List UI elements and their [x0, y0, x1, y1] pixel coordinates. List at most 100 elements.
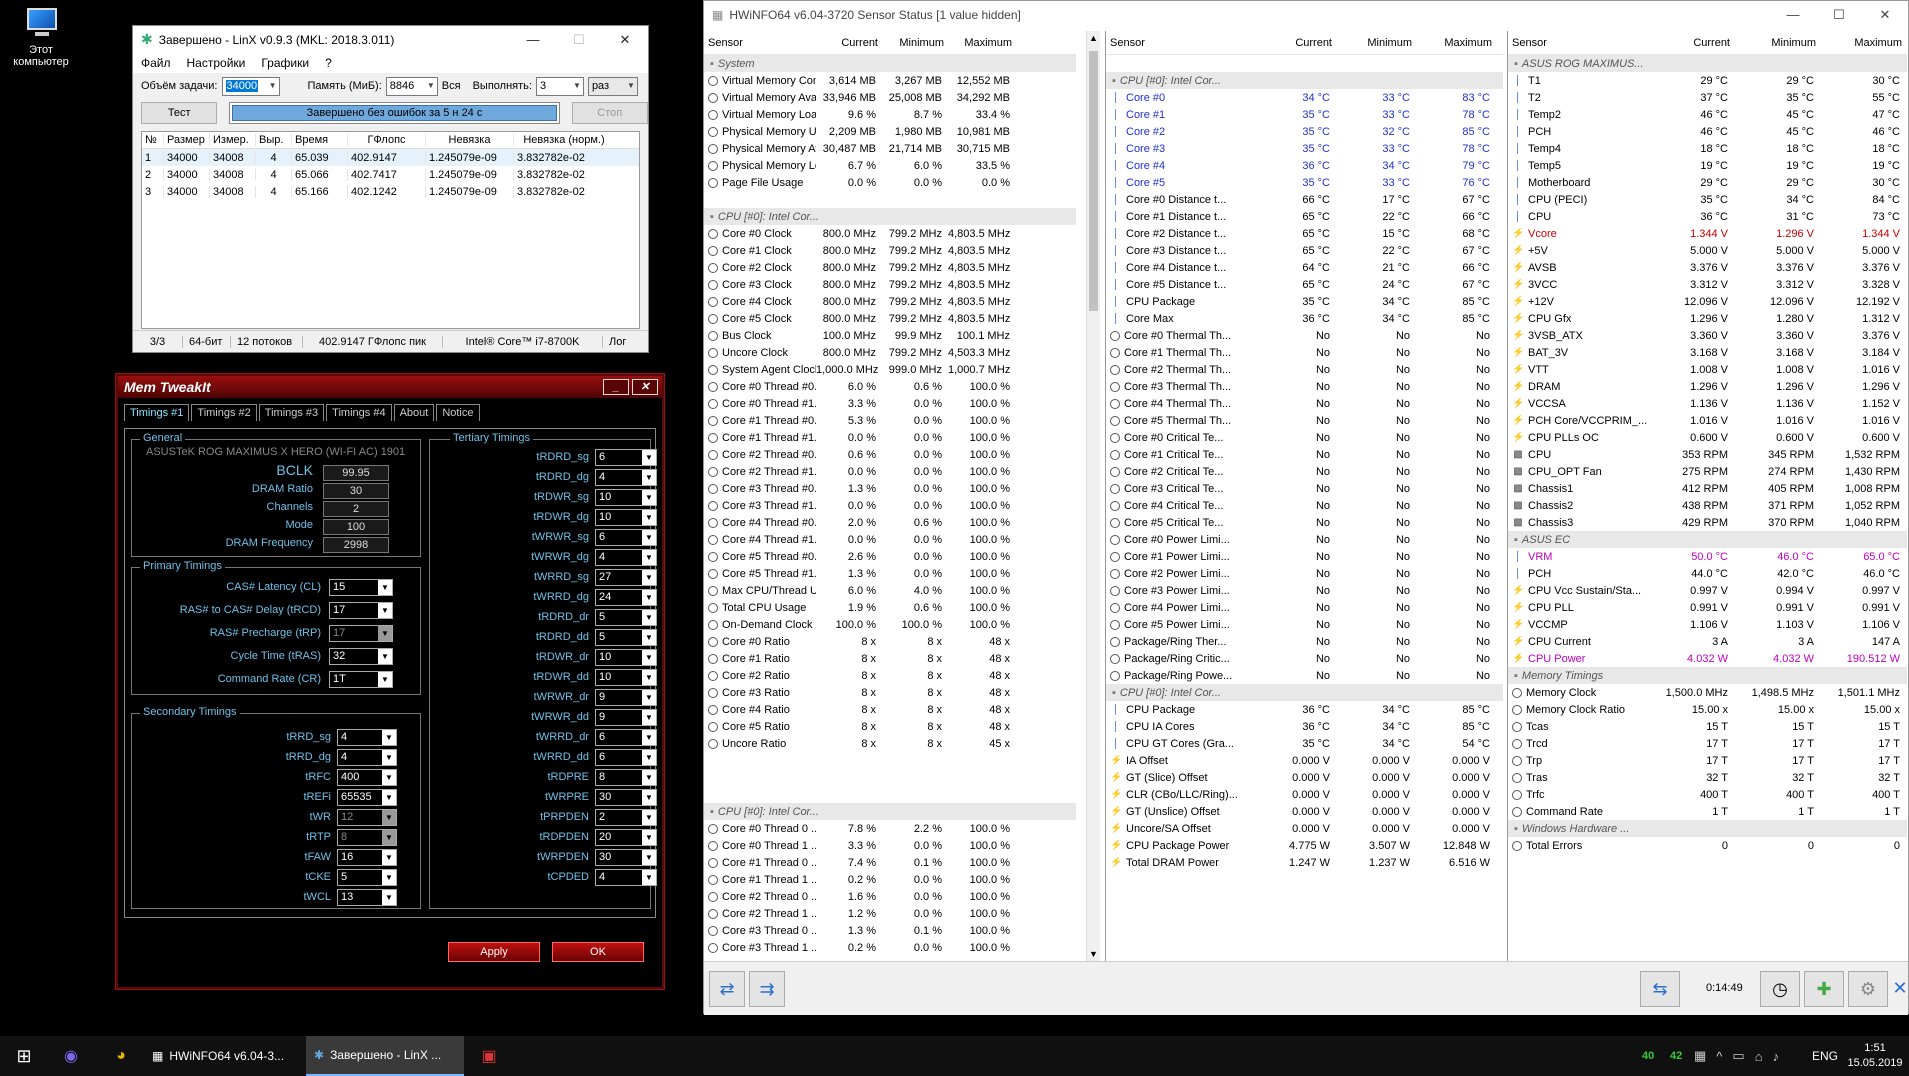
timing-select[interactable]: 6 ▼	[595, 729, 657, 746]
sensor-row[interactable]: Core #0 Thermal Th... No No No	[1106, 327, 1503, 344]
sensor-group-header[interactable]: ▪ System	[704, 55, 1076, 72]
col-residual-norm[interactable]: Невязка (норм.)	[514, 134, 614, 146]
timing-select[interactable]: 4 ▼	[595, 469, 657, 486]
timing-select[interactable]: 1T ▼	[329, 671, 393, 688]
sensor-row[interactable]: Physical Memory Av... 30,487 MB 21,714 MB 3…	[704, 140, 1076, 157]
timing-select[interactable]: 27 ▼	[595, 569, 657, 586]
sensor-row[interactable]: Total CPU Usage 1.9 % 0.6 % 100.0 %	[704, 599, 1076, 616]
minimize-button[interactable]: —	[510, 32, 556, 47]
sensor-row[interactable]: Core #1 Thread 0 ... 7.4 % 0.1 % 100.0 %	[704, 854, 1076, 871]
sensor-row[interactable]: Uncore Ratio 8 x 8 x 45 x	[704, 735, 1076, 752]
timing-select[interactable]: 10 ▼	[595, 669, 657, 686]
tab-notice[interactable]: Notice	[436, 404, 480, 421]
maximize-button[interactable]: ☐	[1816, 7, 1862, 23]
sensor-row[interactable]: Core #1 Clock 800.0 MHz 799.2 MHz 4,803.5 M…	[704, 242, 1076, 259]
tray-monitor-icon[interactable]: ▭	[1732, 1048, 1744, 1064]
column-header-maximum[interactable]: Maximum	[1416, 37, 1496, 49]
sensor-row[interactable]: │ T2 37 °C 35 °C 55 °C	[1508, 89, 1907, 106]
sensor-row[interactable]: │ CPU 36 °C 31 °C 73 °C	[1508, 208, 1907, 225]
sensor-row[interactable]: Core #5 Thread #1... 1.3 % 0.0 % 100.0 %	[704, 565, 1076, 582]
sensor-row[interactable]: │ CPU (PECI) 35 °C 34 °C 84 °C	[1508, 191, 1907, 208]
gear-icon[interactable]: ⚙	[1848, 971, 1888, 1007]
sensor-row[interactable]: Core #0 Clock 800.0 MHz 799.2 MHz 4,803.5 M…	[704, 225, 1076, 242]
sensor-row[interactable]: ⚡ AVSB 3.376 V 3.376 V 3.376 V	[1508, 259, 1907, 276]
sensor-row[interactable]: Memory Clock 1,500.0 MHz 1,498.5 MHz 1,501.…	[1508, 684, 1907, 701]
sensor-row[interactable]: │ Core #4 Distance t... 64 °C 21 °C 66 °C	[1106, 259, 1503, 276]
sensor-row[interactable]: Core #3 Thread #0... 1.3 % 0.0 % 100.0 %	[704, 480, 1076, 497]
sensor-row[interactable]: On-Demand Clock ... 100.0 % 100.0 % 100.0 %	[704, 616, 1076, 633]
timing-select[interactable]: 400 ▼	[337, 769, 397, 786]
col-size[interactable]: Размер	[164, 134, 210, 146]
sensor-row[interactable]: Package/Ring Critic... No No No	[1106, 650, 1503, 667]
sensor-row[interactable]: │ Core #4 36 °C 34 °C 79 °C	[1106, 157, 1503, 174]
sensor-row[interactable]: Physical Memory Load 6.7 % 6.0 % 33.5 %	[704, 157, 1076, 174]
sensor-row[interactable]: Core #2 Thread #1... 0.0 % 0.0 % 100.0 %	[704, 463, 1076, 480]
sensor-row[interactable]: Uncore Clock 800.0 MHz 799.2 MHz 4,503.3 MH…	[704, 344, 1076, 361]
memtweakit-icon[interactable]: ▣	[474, 1036, 504, 1076]
sensor-row[interactable]: Trcd 17 T 17 T 17 T	[1508, 735, 1907, 752]
close-icon[interactable]: ✕	[1892, 971, 1908, 1007]
column-header-minimum[interactable]: Minimum	[1734, 37, 1820, 49]
sensor-row[interactable]: │ Core #1 35 °C 33 °C 78 °C	[1106, 106, 1503, 123]
taskbar-item-hwinfo[interactable]: ▦ HWiNFO64 v6.04-3...	[152, 1036, 298, 1076]
apply-button[interactable]: Apply	[448, 942, 540, 962]
sensor-row[interactable]: Total Errors 0 0 0	[1508, 837, 1907, 854]
sensor-row[interactable]: Core #4 Thread #0... 2.0 % 0.6 % 100.0 %	[704, 514, 1076, 531]
sensor-row[interactable]: Bus Clock 100.0 MHz 99.9 MHz 100.1 MHz	[704, 327, 1076, 344]
sensor-row[interactable]: Core #0 Thread 0 ... 7.8 % 2.2 % 100.0 %	[704, 820, 1076, 837]
sensor-row[interactable]: Core #5 Clock 800.0 MHz 799.2 MHz 4,803.5 M…	[704, 310, 1076, 327]
col-residual[interactable]: Невязка	[426, 134, 514, 146]
column-header-current[interactable]: Current	[1256, 37, 1336, 49]
sensor-group-header[interactable]: ▪ CPU [#0]: Intel Cor...	[704, 208, 1076, 225]
timing-select[interactable]: 30 ▼	[595, 849, 657, 866]
sensor-row[interactable]: Core #3 Clock 800.0 MHz 799.2 MHz 4,803.5 M…	[704, 276, 1076, 293]
stop-button[interactable]: Стоп	[571, 102, 648, 124]
sensor-row[interactable]: ⚡ BAT_3V 3.168 V 3.168 V 3.184 V	[1508, 344, 1907, 361]
tab-timings-2[interactable]: Timings #2	[191, 404, 257, 421]
sensor-row[interactable]: Package/Ring Ther... No No No	[1106, 633, 1503, 650]
sensor-row[interactable]: ⚡ 3VSB_ATX 3.360 V 3.360 V 3.376 V	[1508, 327, 1907, 344]
sensor-row[interactable]: │ Core Max 36 °C 34 °C 85 °C	[1106, 310, 1503, 327]
sensor-row[interactable]: ⚡ VCCSA 1.136 V 1.136 V 1.152 V	[1508, 395, 1907, 412]
timing-select[interactable]: 2 ▼	[595, 809, 657, 826]
memory-input[interactable]: 8846 ▼	[385, 76, 438, 96]
sensor-row[interactable]: ⚡ +5V 5.000 V 5.000 V 5.000 V	[1508, 242, 1907, 259]
sensor-row[interactable]: │ Motherboard 29 °C 29 °C 30 °C	[1508, 174, 1907, 191]
sensor-row[interactable]: ▩ CPU 353 RPM 345 RPM 1,532 RPM	[1508, 446, 1907, 463]
sensor-row[interactable]: │ Temp2 46 °C 45 °C 47 °C	[1508, 106, 1907, 123]
sensor-row[interactable]: │ T1 29 °C 29 °C 30 °C	[1508, 72, 1907, 89]
nav-left-right-icon[interactable]: ⇄	[709, 971, 745, 1007]
sensor-row[interactable]: Core #3 Ratio 8 x 8 x 48 x	[704, 684, 1076, 701]
sensor-row[interactable]: Core #4 Critical Te... No No No	[1106, 497, 1503, 514]
timing-select[interactable]: 8 ▼	[337, 829, 397, 846]
sensor-row[interactable]: │ Core #2 Distance t... 65 °C 15 °C 68 °C	[1106, 225, 1503, 242]
sensor-row[interactable]: Core #5 Thermal Th... No No No	[1106, 412, 1503, 429]
minimize-button[interactable]: _	[603, 379, 629, 395]
timing-select[interactable]: 9 ▼	[595, 689, 657, 706]
sensor-row[interactable]: │ CPU IA Cores 36 °C 34 °C 85 °C	[1106, 718, 1503, 735]
sensor-row[interactable]: │ CPU GT Cores (Gra... 35 °C 34 °C 54 °C	[1106, 735, 1503, 752]
timing-select[interactable]: 17 ▼	[329, 625, 393, 642]
sensor-row[interactable]: ⚡ 3VCC 3.312 V 3.312 V 3.328 V	[1508, 276, 1907, 293]
sensor-row[interactable]: Core #3 Thread 1 ... 0.2 % 0.0 % 100.0 %	[704, 939, 1076, 956]
timing-select[interactable]: 13 ▼	[337, 889, 397, 906]
sensor-row[interactable]: Memory Clock Ratio 15.00 x 15.00 x 15.00 x	[1508, 701, 1907, 718]
sensor-row[interactable]: │ Core #5 35 °C 33 °C 76 °C	[1106, 174, 1503, 191]
start-button[interactable]: ⊞	[6, 1036, 42, 1076]
menu-file[interactable]: Файл	[141, 56, 171, 70]
sensor-row[interactable]: Core #3 Power Limi... No No No	[1106, 582, 1503, 599]
maximize-button[interactable]: ☐	[556, 32, 602, 48]
tray-lang[interactable]: ENG	[1812, 1036, 1838, 1076]
sensor-row[interactable]: Core #4 Thread #1... 0.0 % 0.0 % 100.0 %	[704, 531, 1076, 548]
sensor-row[interactable]: Virtual Memory Avai... 33,946 MB 25,008 MB…	[704, 89, 1076, 106]
col-dim[interactable]: Измер.	[210, 134, 256, 146]
sensor-row[interactable]: Core #3 Thread #1... 0.0 % 0.0 % 100.0 %	[704, 497, 1076, 514]
sensor-row[interactable]: Core #2 Clock 800.0 MHz 799.2 MHz 4,803.5 M…	[704, 259, 1076, 276]
tray-gpu-temp[interactable]: 42	[1670, 1036, 1682, 1076]
sensor-row[interactable]: ▩ CPU_OPT Fan 275 RPM 274 RPM 1,430 RPM	[1508, 463, 1907, 480]
timing-select[interactable]: 6 ▼	[595, 529, 657, 546]
sensor-group-header[interactable]: ▪ Memory Timings	[1508, 667, 1907, 684]
timing-select[interactable]: 8 ▼	[595, 769, 657, 786]
sensor-row[interactable]: │ Temp4 18 °C 18 °C 18 °C	[1508, 140, 1907, 157]
sensor-row[interactable]: Core #5 Thread #0... 2.6 % 0.0 % 100.0 %	[704, 548, 1076, 565]
